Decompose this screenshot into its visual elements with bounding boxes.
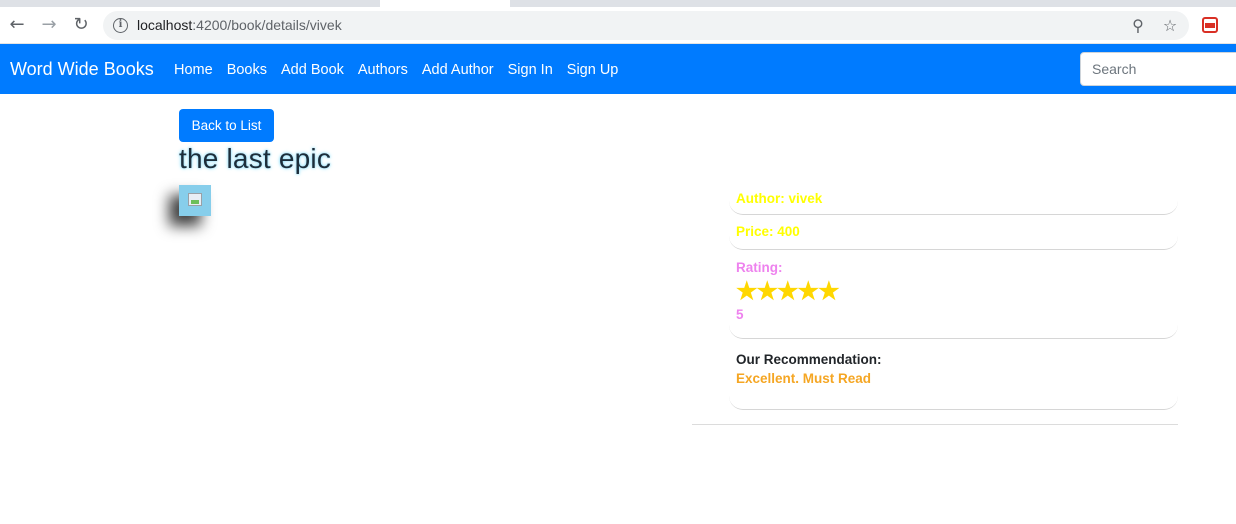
nav-link-sign-in[interactable]: Sign In xyxy=(508,44,553,94)
star-icon: ★ xyxy=(756,278,779,305)
book-details-list: Author: vivek Price: 400 Rating: ★ ★ ★ ★… xyxy=(729,184,1178,410)
info-icon[interactable]: i xyxy=(113,18,128,33)
address-bar[interactable]: i localhost:4200/book/details/vivek ⚲ ☆ xyxy=(103,11,1189,40)
nav-link-add-author[interactable]: Add Author xyxy=(422,44,494,94)
broken-image-icon xyxy=(188,193,202,206)
forward-arrow-icon[interactable]: → xyxy=(37,13,61,37)
recommendation-value: Excellent. Must Read xyxy=(736,371,872,386)
author-row: Author: vivek xyxy=(729,184,1178,215)
star-icon: ★ xyxy=(777,278,799,305)
address-url[interactable]: localhost:4200/book/details/vivek xyxy=(137,11,342,40)
nav-link-authors[interactable]: Authors xyxy=(358,44,408,94)
browser-toolbar: ← → ↻ i localhost:4200/book/details/vive… xyxy=(0,7,1236,44)
star-icon: ★ xyxy=(818,278,840,305)
browser-tabstrip xyxy=(0,0,1236,7)
app-navbar: Word Wide Books Home Books Add Book Auth… xyxy=(0,44,1236,94)
recommendation-row: Our Recommendation: Excellent. Must Read xyxy=(729,339,1178,410)
rating-row: Rating: ★ ★ ★ ★ ★ 5 xyxy=(729,250,1178,339)
extension-icon[interactable] xyxy=(1202,17,1218,33)
brand-link[interactable]: Word Wide Books xyxy=(10,44,154,94)
book-title: the last epic xyxy=(179,143,332,174)
divider xyxy=(692,424,1178,425)
star-icon: ★ xyxy=(797,278,820,305)
star-icon[interactable]: ☆ xyxy=(1161,17,1179,35)
search-input[interactable] xyxy=(1080,52,1236,86)
back-to-list-button[interactable]: Back to List xyxy=(179,109,274,142)
rating-stars: ★ ★ ★ ★ ★ xyxy=(736,278,1171,305)
back-arrow-icon[interactable]: ← xyxy=(5,13,29,37)
reload-icon[interactable]: ↻ xyxy=(69,13,93,37)
url-host: localhost xyxy=(137,17,193,33)
star-icon: ★ xyxy=(736,278,758,305)
recommendation-label: Our Recommendation: xyxy=(736,352,882,367)
nav-link-books[interactable]: Books xyxy=(227,44,267,94)
rating-label: Rating: xyxy=(736,260,783,275)
nav-link-sign-up[interactable]: Sign Up xyxy=(567,44,619,94)
book-cover-image xyxy=(179,185,211,216)
price-row: Price: 400 xyxy=(729,215,1178,250)
nav-links: Home Books Add Book Authors Add Author S… xyxy=(174,44,632,94)
url-path: :4200/book/details/vivek xyxy=(192,17,342,33)
nav-link-home[interactable]: Home xyxy=(174,44,213,94)
nav-link-add-book[interactable]: Add Book xyxy=(281,44,344,94)
active-tab[interactable] xyxy=(380,0,510,7)
rating-value: 5 xyxy=(736,307,744,322)
zoom-icon[interactable]: ⚲ xyxy=(1129,17,1147,35)
